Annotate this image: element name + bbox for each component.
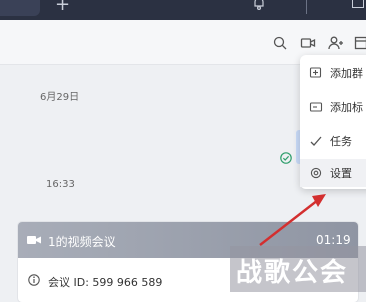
video-camera-icon xyxy=(27,234,41,246)
menu-item-settings[interactable]: 设置 xyxy=(300,159,366,187)
watermark-logo-text: 战歌公会 xyxy=(236,252,348,289)
window-control-icon[interactable] xyxy=(352,0,364,8)
video-call-icon[interactable] xyxy=(300,35,316,51)
menu-item-task[interactable]: 任务 xyxy=(300,127,366,155)
meeting-title: 1的视频会议 xyxy=(48,233,116,250)
notification-bell-icon[interactable] xyxy=(252,0,266,11)
search-icon[interactable] xyxy=(272,35,288,51)
message-read-check-icon xyxy=(280,152,292,164)
add-member-icon[interactable] xyxy=(327,35,343,51)
task-icon xyxy=(309,134,323,148)
menu-item-add-tag[interactable]: 添加标 xyxy=(300,93,366,121)
active-window-tab[interactable] xyxy=(0,0,40,16)
more-icon[interactable] xyxy=(354,35,366,51)
message-time-label: 16:33 xyxy=(46,179,75,190)
add-tag-icon xyxy=(309,100,323,114)
titlebar-separator xyxy=(306,0,307,14)
menu-item-label: 设置 xyxy=(330,165,352,181)
menu-item-add-group[interactable]: 添加群 xyxy=(300,59,366,87)
meeting-duration: 01:19 xyxy=(316,233,351,247)
settings-gear-icon xyxy=(309,166,323,180)
menu-item-label: 添加群 xyxy=(330,65,363,81)
window-topbar: + xyxy=(0,0,366,20)
message-date-label: 6月29日 xyxy=(40,88,79,103)
menu-item-label: 任务 xyxy=(330,133,352,149)
meeting-id-text: 会议 ID: 599 966 589 xyxy=(48,274,162,290)
new-tab-plus-icon[interactable]: + xyxy=(55,0,70,15)
info-icon xyxy=(28,274,40,286)
add-group-icon xyxy=(309,66,323,80)
more-options-menu: 添加群 添加标 任务 设置 xyxy=(300,55,366,189)
menu-item-label: 添加标 xyxy=(330,99,363,115)
